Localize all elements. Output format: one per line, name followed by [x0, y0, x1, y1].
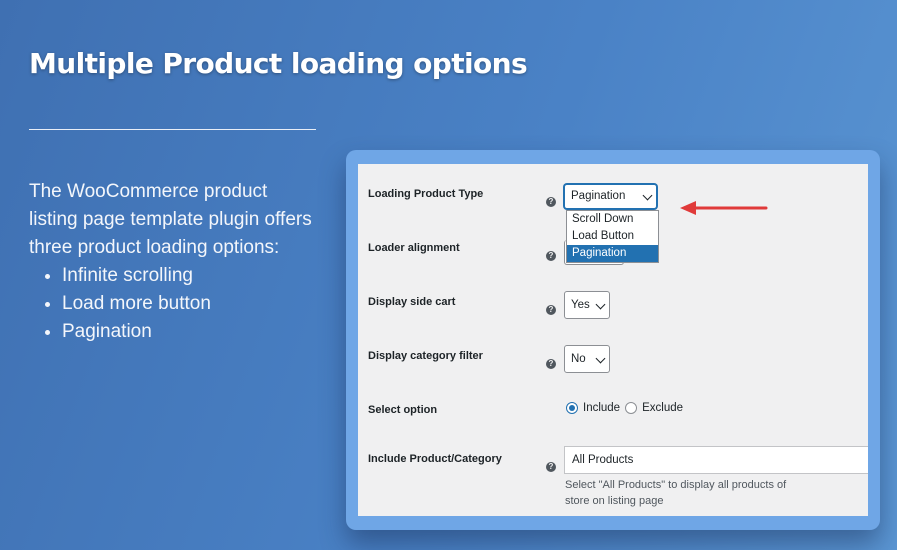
select-option-label: Select option — [368, 404, 438, 416]
loading-options-list: Infinite scrolling Load more button Pagi… — [29, 262, 319, 346]
loading-product-type-label: Loading Product Type — [368, 188, 484, 200]
list-item: Infinite scrolling — [62, 262, 319, 290]
display-category-filter-value: No — [571, 353, 586, 365]
include-radio[interactable] — [566, 402, 578, 414]
help-icon[interactable]: ? — [546, 197, 556, 207]
display-category-filter-label: Display category filter — [368, 350, 483, 362]
include-product-category-input[interactable]: All Products — [564, 446, 868, 474]
help-icon[interactable]: ? — [546, 251, 556, 261]
dropdown-option-pagination[interactable]: Pagination — [567, 245, 658, 262]
page-title: Multiple Product loading options — [29, 47, 528, 80]
display-side-cart-select[interactable]: Yes — [564, 291, 610, 319]
list-item: Pagination — [62, 318, 319, 346]
dropdown-option-scroll-down[interactable]: Scroll Down — [567, 211, 658, 228]
include-product-category-label: Include Product/Category — [368, 453, 502, 465]
title-divider — [29, 129, 316, 130]
chevron-down-icon — [642, 190, 653, 201]
loading-product-type-dropdown: Scroll Down Load Button Pagination — [566, 210, 659, 263]
include-radio-label[interactable]: Include — [583, 402, 620, 414]
include-product-category-hint: Select "All Products" to display all pro… — [565, 479, 787, 507]
help-icon[interactable]: ? — [546, 359, 556, 369]
display-side-cart-value: Yes — [571, 299, 590, 311]
chevron-down-icon — [595, 353, 606, 364]
loading-product-type-select[interactable]: Pagination — [564, 184, 657, 209]
exclude-radio-label[interactable]: Exclude — [642, 402, 683, 414]
help-icon[interactable]: ? — [546, 305, 556, 315]
display-side-cart-label: Display side cart — [368, 296, 456, 308]
settings-screenshot-frame: Loading Product Type ? Pagination Scroll… — [346, 150, 880, 530]
loading-product-type-value: Pagination — [571, 190, 626, 202]
dropdown-option-load-button[interactable]: Load Button — [567, 228, 658, 245]
red-arrow-icon — [680, 201, 768, 215]
settings-panel: Loading Product Type ? Pagination Scroll… — [358, 164, 868, 516]
description-intro: The WooCommerce product listing page tem… — [29, 181, 312, 258]
select-option-radio-group: Include Exclude — [566, 402, 683, 414]
chevron-down-icon — [595, 299, 606, 310]
help-icon[interactable]: ? — [546, 462, 556, 472]
loader-alignment-label: Loader alignment — [368, 242, 460, 254]
display-category-filter-select[interactable]: No — [564, 345, 610, 373]
list-item: Load more button — [62, 290, 319, 318]
description-block: The WooCommerce product listing page tem… — [29, 178, 319, 346]
exclude-radio[interactable] — [625, 402, 638, 414]
